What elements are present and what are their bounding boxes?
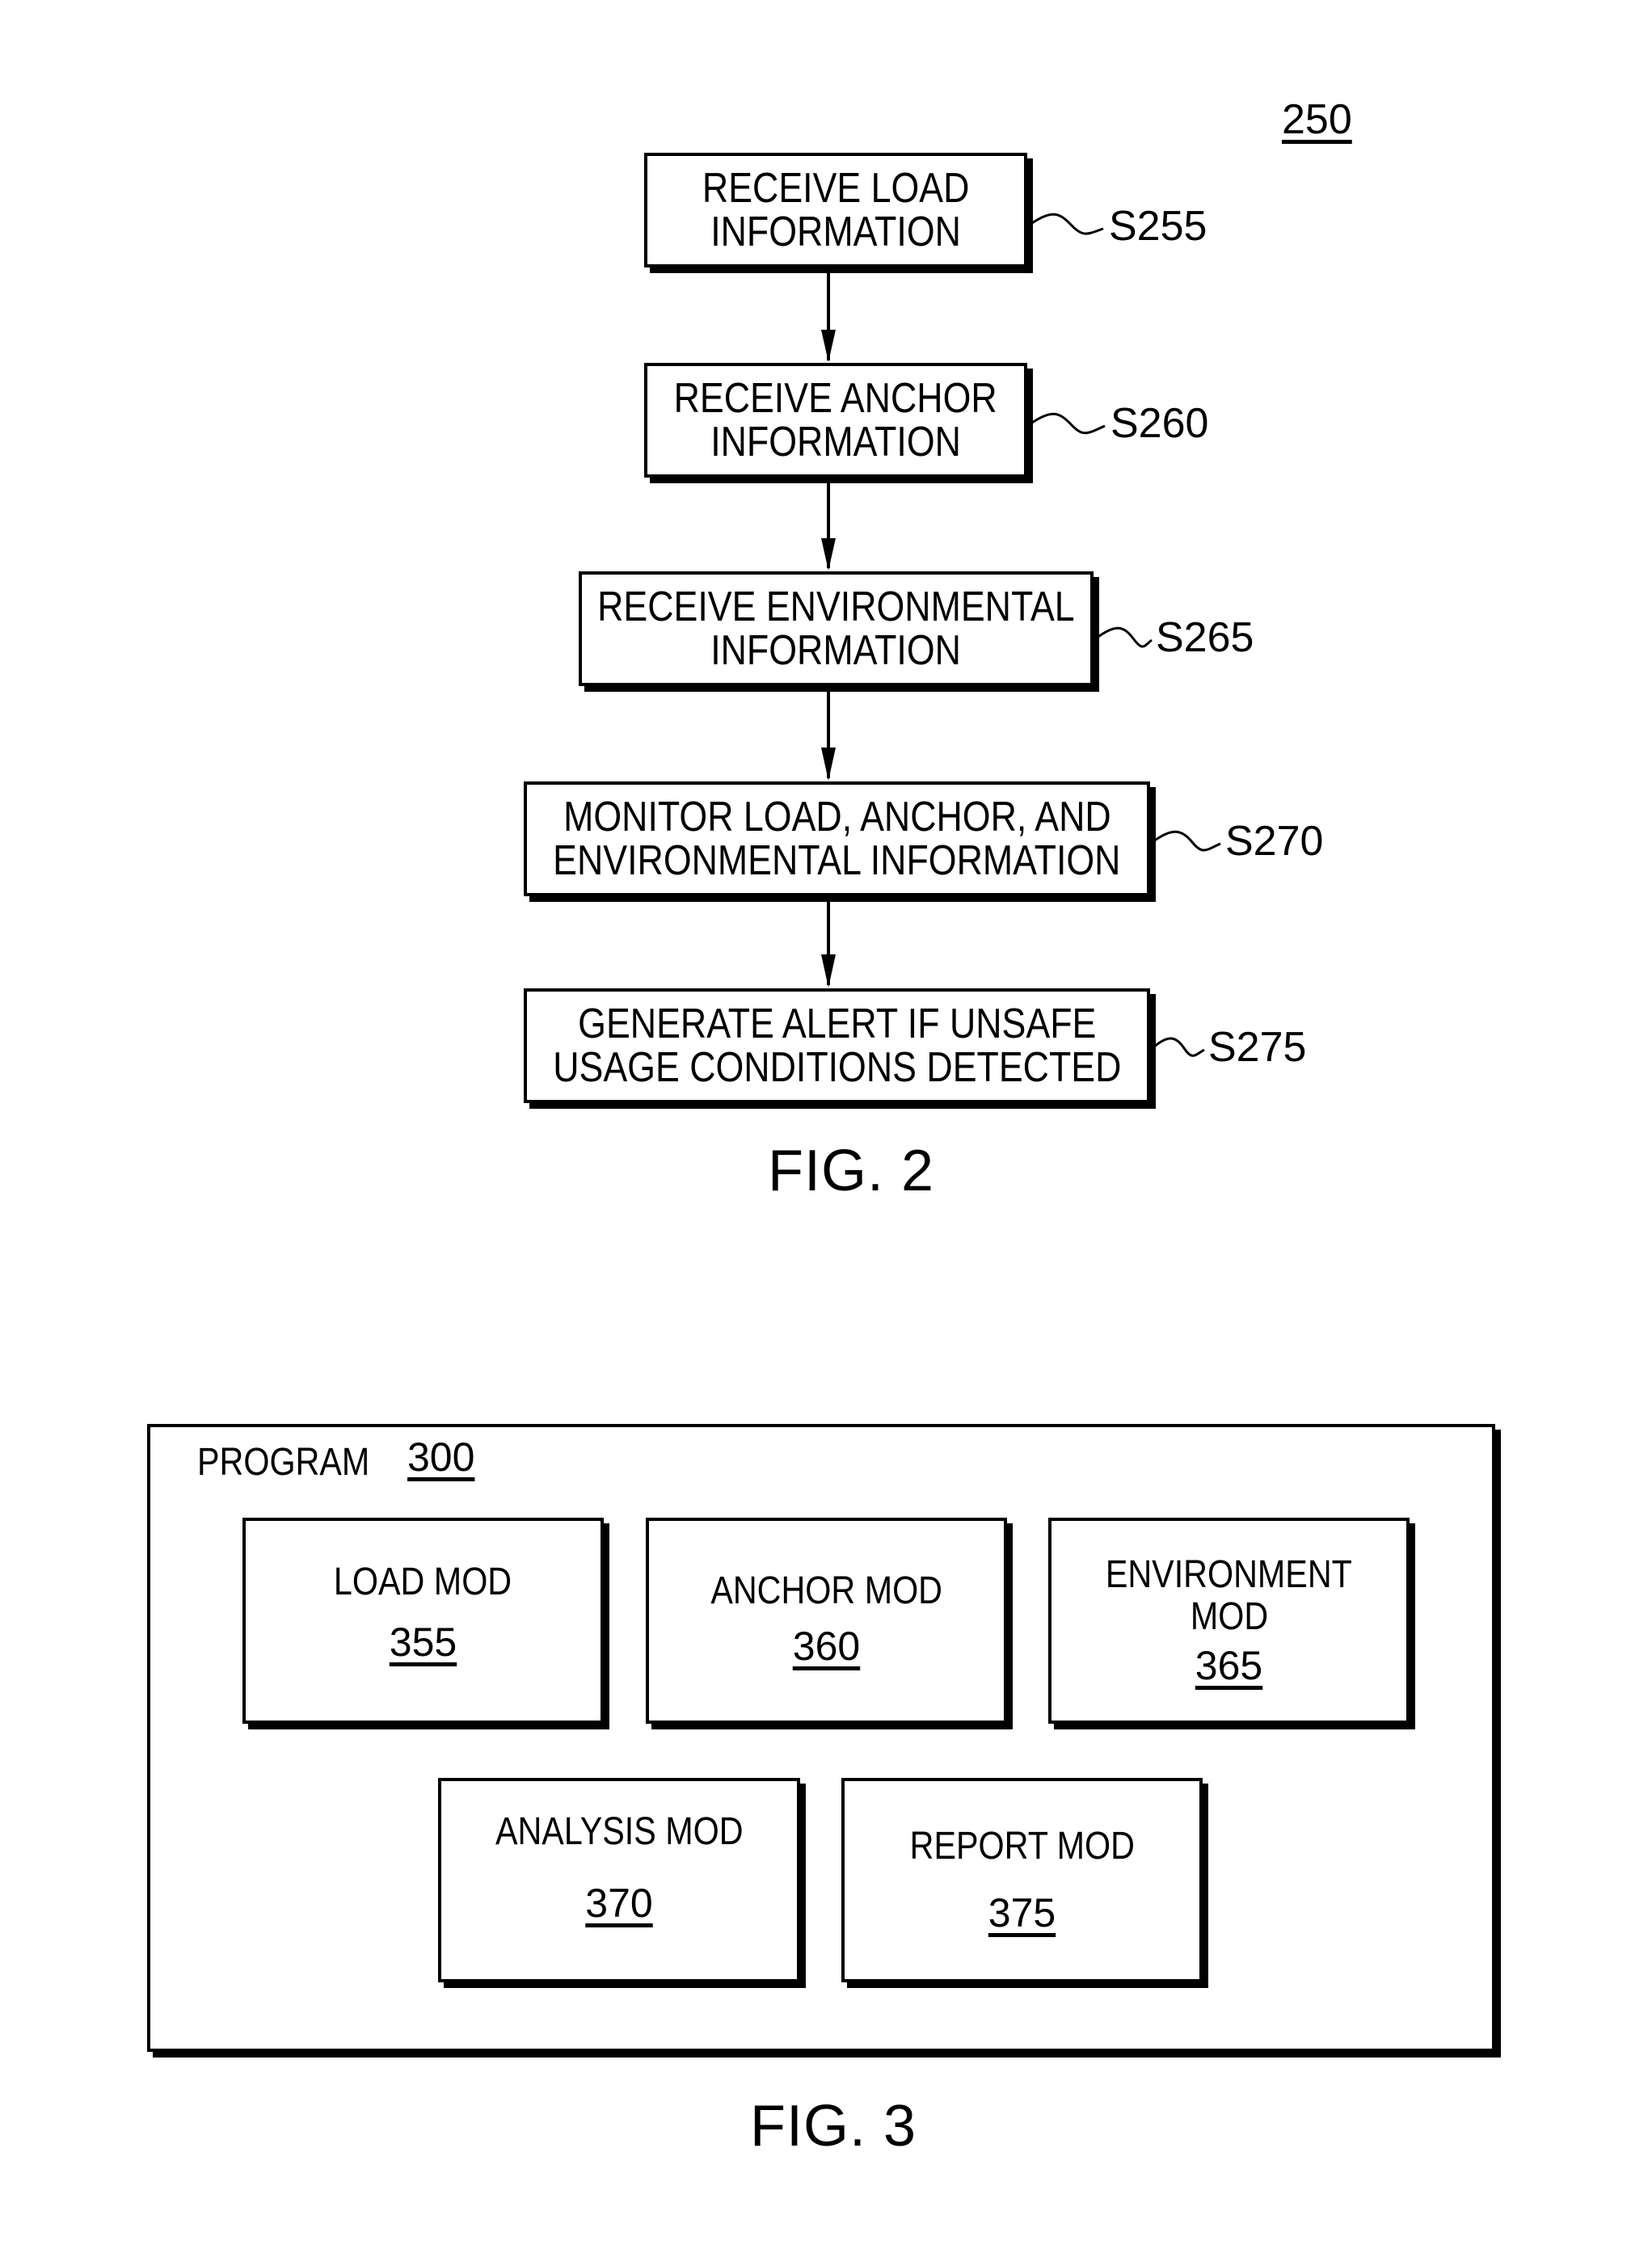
step-label-s265: S265 xyxy=(1156,614,1254,661)
step-label-s255: S255 xyxy=(1109,203,1207,250)
module-number: 370 xyxy=(585,1880,653,1926)
step-text-line1: RECEIVE ANCHOR xyxy=(673,375,998,422)
program-label-text: PROGRAM xyxy=(197,1441,370,1484)
module-box-report: REPORT MOD 375 xyxy=(841,1778,1203,1982)
step-box-s255: RECEIVE LOAD INFORMATION xyxy=(644,153,1027,267)
module-box-load: LOAD MOD 355 xyxy=(242,1518,604,1724)
module-number: 355 xyxy=(389,1619,457,1665)
step-text-line2: INFORMATION xyxy=(710,627,962,674)
step-label-s270: S270 xyxy=(1225,818,1324,865)
step-text-line2: ENVIRONMENTAL INFORMATION xyxy=(553,837,1121,884)
step-text-line1: RECEIVE ENVIRONMENTAL xyxy=(597,583,1075,630)
flow-arrow xyxy=(821,899,836,988)
flow-arrow xyxy=(821,689,836,781)
step-label-s275: S275 xyxy=(1208,1024,1307,1071)
step-label-s260: S260 xyxy=(1110,400,1209,447)
leader-line-s260 xyxy=(1029,412,1106,435)
module-number: 365 xyxy=(1195,1642,1263,1688)
module-title: ANALYSIS MOD xyxy=(495,1809,744,1853)
program-label: PROGRAM xyxy=(197,1440,398,1485)
flow-arrow xyxy=(821,480,836,571)
step-text-line1: MONITOR LOAD, ANCHOR, AND xyxy=(563,794,1111,840)
flow-arrow xyxy=(821,270,836,362)
module-number: 360 xyxy=(792,1623,861,1669)
module-title: LOAD MOD xyxy=(334,1560,512,1603)
leader-line-s275 xyxy=(1152,1037,1205,1057)
module-box-environment: ENVIRONMENT MOD 365 xyxy=(1048,1518,1410,1724)
module-title: REPORT MOD xyxy=(909,1824,1135,1868)
leader-line-s265 xyxy=(1095,626,1153,648)
program-number: 300 xyxy=(407,1434,475,1480)
fig3-caption: FIG. 3 xyxy=(750,2094,917,2159)
step-text-line2: USAGE CONDITIONS DETECTED xyxy=(552,1044,1122,1091)
module-title-line1: ENVIRONMENT xyxy=(1105,1552,1353,1596)
leader-line-s255 xyxy=(1029,213,1104,235)
leader-line-s270 xyxy=(1152,830,1221,852)
step-box-s270: MONITOR LOAD, ANCHOR, AND ENVIRONMENTAL … xyxy=(524,781,1150,896)
step-text-line1: RECEIVE LOAD xyxy=(702,165,970,212)
module-title: ANCHOR MOD xyxy=(710,1569,942,1612)
module-box-anchor: ANCHOR MOD 360 xyxy=(646,1518,1007,1724)
module-number: 375 xyxy=(988,1889,1056,1935)
module-box-analysis: ANALYSIS MOD 370 xyxy=(438,1778,800,1982)
step-box-s260: RECEIVE ANCHOR INFORMATION xyxy=(644,363,1027,478)
step-box-s265: RECEIVE ENVIRONMENTAL INFORMATION xyxy=(579,571,1094,686)
step-text-line2: INFORMATION xyxy=(710,208,961,255)
step-box-s275: GENERATE ALERT IF UNSAFE USAGE CONDITION… xyxy=(524,988,1150,1103)
fig2-caption: FIG. 2 xyxy=(768,1139,935,1203)
module-title-line2: MOD xyxy=(1190,1594,1268,1638)
step-text-line2: INFORMATION xyxy=(710,419,961,465)
step-text-line1: GENERATE ALERT IF UNSAFE xyxy=(577,1000,1097,1047)
